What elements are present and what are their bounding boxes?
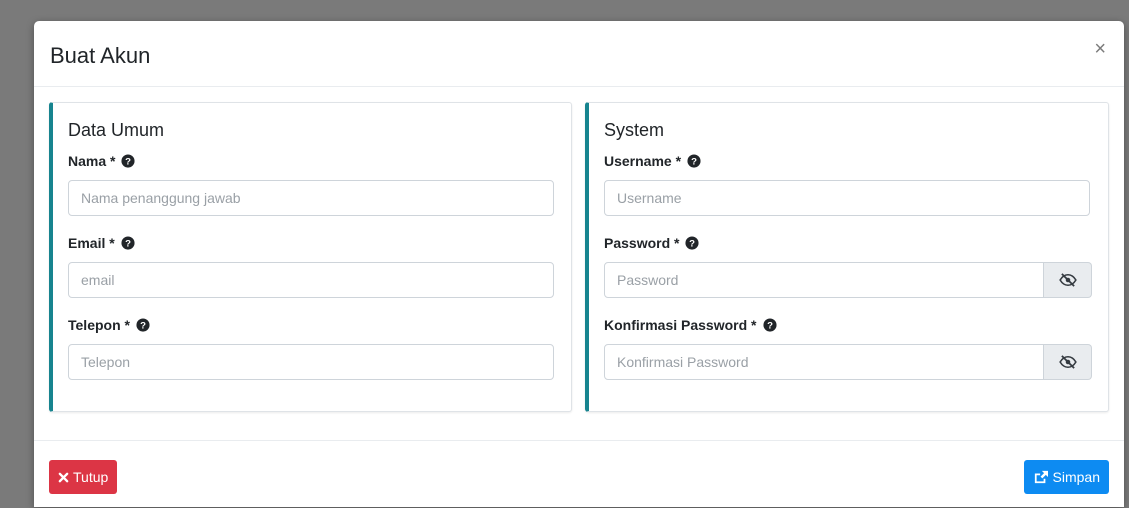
close-button-label: Tutup — [73, 469, 109, 485]
confirm-password-label: Konfirmasi Password * ? — [604, 317, 777, 333]
password-label: Password * ? — [604, 235, 700, 251]
svg-text:?: ? — [691, 157, 697, 168]
phone-input[interactable] — [68, 344, 554, 380]
toggle-password-visibility-button[interactable] — [1044, 262, 1092, 298]
question-circle-icon[interactable]: ? — [121, 154, 136, 168]
modal-header: Buat Akun × — [34, 21, 1124, 87]
password-label-text: Password * — [604, 235, 680, 251]
username-label-text: Username * — [604, 153, 682, 169]
svg-text:?: ? — [140, 321, 146, 332]
svg-text:?: ? — [767, 321, 773, 332]
save-button[interactable]: Simpan — [1023, 460, 1109, 494]
share-square-icon — [1034, 470, 1048, 484]
modal-title: Buat Akun — [50, 43, 151, 68]
times-icon — [58, 472, 69, 482]
eye-slash-icon — [1058, 355, 1077, 369]
svg-text:?: ? — [690, 239, 696, 250]
username-input[interactable] — [604, 180, 1090, 216]
username-label: Username * ? — [604, 153, 701, 169]
close-button[interactable]: Tutup — [49, 460, 118, 494]
eye-slash-icon — [1058, 273, 1077, 287]
question-circle-icon[interactable]: ? — [685, 236, 700, 250]
name-label-text: Nama * — [68, 153, 116, 169]
close-x-button[interactable]: × — [1094, 39, 1106, 59]
question-circle-icon[interactable]: ? — [121, 236, 135, 250]
question-circle-icon[interactable]: ? — [687, 154, 701, 168]
email-label-text: Email * — [68, 235, 115, 251]
name-label: Nama * ? — [68, 153, 136, 169]
phone-label: Telepon * ? — [68, 317, 150, 333]
create-account-modal: Buat Akun × Data Umum Nama * ? Email * ?… — [34, 21, 1124, 507]
system-card-title: System — [604, 120, 665, 140]
modal-footer: Tutup Simpan — [34, 440, 1124, 508]
svg-text:?: ? — [125, 239, 131, 250]
system-card: System Username * ? Password * ? Konfirm… — [585, 102, 1109, 412]
confirm-password-input[interactable] — [604, 344, 1044, 380]
question-circle-icon[interactable]: ? — [762, 318, 777, 332]
save-button-label: Simpan — [1052, 469, 1100, 485]
general-card-title: Data Umum — [68, 120, 165, 140]
general-data-card: Data Umum Nama * ? Email * ? Telepon * ? — [49, 102, 572, 412]
question-circle-icon[interactable]: ? — [136, 318, 150, 332]
email-label: Email * ? — [68, 235, 135, 251]
phone-label-text: Telepon * — [68, 317, 130, 333]
toggle-confirm-password-visibility-button[interactable] — [1044, 344, 1092, 380]
password-input[interactable] — [604, 262, 1044, 298]
svg-text:?: ? — [126, 157, 132, 168]
confirm-password-label-text: Konfirmasi Password * — [604, 317, 757, 333]
name-input[interactable] — [68, 180, 554, 216]
email-input[interactable] — [68, 262, 554, 298]
